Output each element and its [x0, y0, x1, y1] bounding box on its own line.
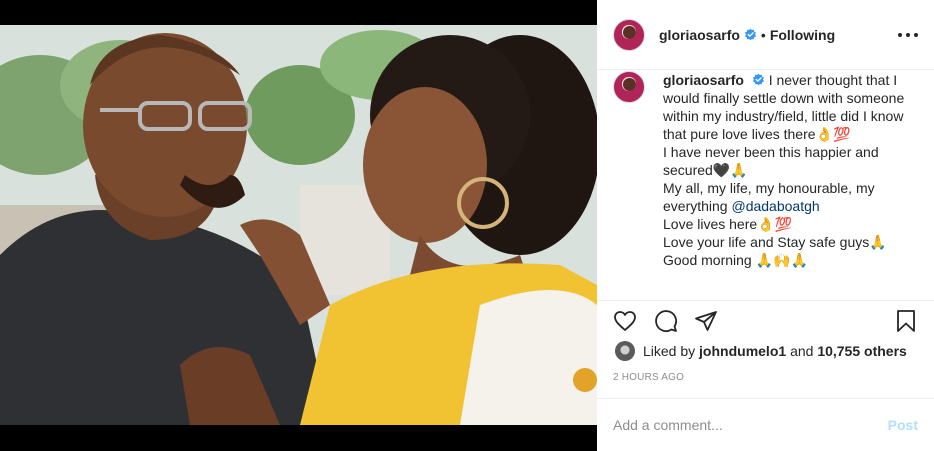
liker-avatar[interactable]	[615, 341, 635, 361]
post-photo[interactable]	[0, 25, 597, 425]
verified-badge-icon	[752, 73, 764, 86]
more-icon[interactable]	[898, 25, 918, 45]
comment-icon[interactable]	[654, 309, 678, 333]
caption-line: Good morning 🙏🙌🙏	[663, 252, 808, 268]
share-icon[interactable]	[694, 309, 718, 333]
likes-prefix: Liked by	[643, 343, 696, 359]
verified-badge-icon	[744, 28, 756, 41]
action-bar	[597, 300, 934, 340]
likes-and: and	[790, 343, 814, 359]
post-comment-button[interactable]: Post	[888, 417, 918, 433]
caption-line: Love lives here👌💯	[663, 216, 793, 232]
author-avatar[interactable]	[613, 18, 645, 51]
post-header: gloriaosarfo • Following	[597, 0, 934, 70]
post-timestamp[interactable]: 2 HOURS AGO	[613, 372, 684, 383]
couple-photo-illustration	[0, 25, 597, 425]
likes-count-link[interactable]: 10,755 others	[817, 343, 907, 359]
comment-input[interactable]	[613, 417, 888, 433]
bookmark-icon[interactable]	[894, 309, 918, 333]
caption-text: gloriaosarfo I never thought that I woul…	[663, 71, 918, 269]
photo-pane	[0, 0, 597, 451]
comment-box: Post	[597, 398, 934, 451]
separator-dot: •	[760, 26, 766, 43]
caption-username[interactable]: gloriaosarfo	[663, 72, 744, 88]
heart-icon[interactable]	[613, 309, 637, 333]
likes-summary: Liked by johndumelo1 and 10,755 others	[615, 341, 907, 361]
caption-line: Love your life and Stay safe guys🙏	[663, 234, 887, 250]
liker-username[interactable]: johndumelo1	[699, 343, 786, 359]
caption-author-avatar[interactable]	[613, 71, 645, 103]
caption-line: I have never been this happier and secur…	[663, 144, 879, 178]
author-username[interactable]: gloriaosarfo	[659, 27, 740, 43]
post-side-panel: gloriaosarfo • Following gloriaosarfo I …	[597, 0, 934, 451]
caption-mention-link[interactable]: @dadaboatgh	[731, 198, 819, 214]
following-button[interactable]: Following	[770, 27, 835, 43]
post-caption: gloriaosarfo I never thought that I woul…	[613, 70, 918, 269]
